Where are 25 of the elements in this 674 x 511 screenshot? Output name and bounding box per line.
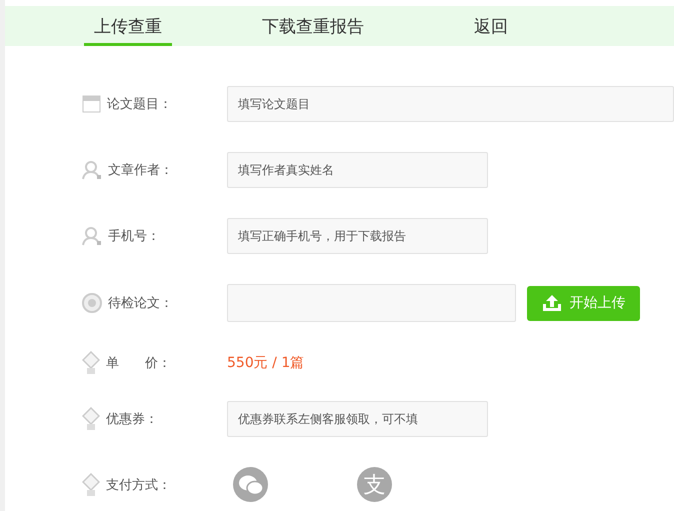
field-label: 支付方式： xyxy=(106,477,171,494)
text-field[interactable]: 填写作者真实姓名 xyxy=(227,152,488,188)
tab[interactable]: 返回 xyxy=(464,6,518,46)
price-text: 550元 / 1篇 xyxy=(227,354,304,372)
person-icon xyxy=(82,160,102,180)
file-field[interactable] xyxy=(227,284,516,322)
tag-icon xyxy=(82,473,100,497)
field-label: 文章作者： xyxy=(108,162,173,179)
field-label: 优惠券： xyxy=(106,411,158,428)
text-field[interactable]: 优惠券联系左侧客服领取，可不填 xyxy=(227,401,488,437)
field-label: 待检论文： xyxy=(108,295,173,312)
chat-bubbles-icon[interactable] xyxy=(233,467,268,502)
tag-icon xyxy=(82,351,100,375)
disc-icon xyxy=(82,293,102,313)
person-icon xyxy=(82,226,102,246)
tab[interactable]: 上传查重 xyxy=(84,6,172,46)
tag-icon xyxy=(82,407,100,431)
field-label: 手机号： xyxy=(108,228,160,245)
upload-icon xyxy=(542,294,562,312)
title-icon xyxy=(82,95,101,113)
tab[interactable]: 下载查重报告 xyxy=(252,6,374,46)
field-label: 单 价： xyxy=(106,355,171,372)
text-field[interactable]: 填写论文题目 xyxy=(227,86,674,122)
text-field[interactable]: 填写正确手机号，用于下载报告 xyxy=(227,218,488,254)
field-label: 论文题目： xyxy=(107,96,172,113)
